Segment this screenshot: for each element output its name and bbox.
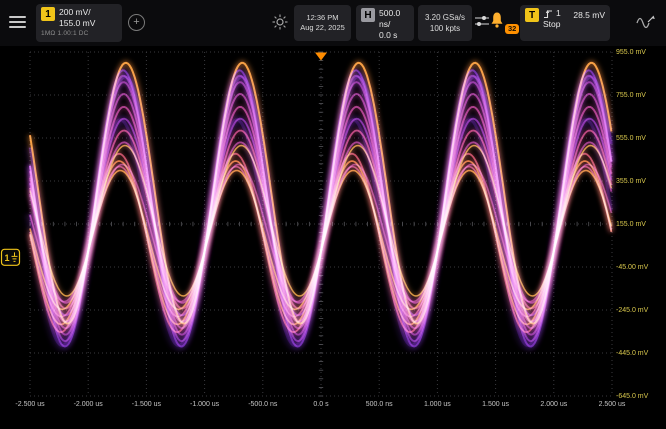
acquisition-info[interactable]: 3.20 GSa/s 100 kpts xyxy=(418,5,472,41)
channel-1-badge: 1 xyxy=(41,7,55,21)
horizontal-controls[interactable]: H 500.0 ns/ 0.0 s xyxy=(356,5,414,41)
trigger-slope-icon xyxy=(543,9,553,19)
trigger-status: Stop xyxy=(543,19,561,30)
channel-1-scale: 200 mV/ xyxy=(59,7,95,18)
trigger-controls[interactable]: T 1 Stop 28.5 mV xyxy=(520,5,610,41)
clock-time: 12:36 PM xyxy=(306,13,338,23)
clock[interactable]: 12:36 PM Aug 22, 2025 xyxy=(294,5,351,41)
add-channel-button[interactable]: + xyxy=(128,14,145,31)
sample-rate: 3.20 GSa/s xyxy=(425,12,465,23)
channel-1-controls[interactable]: 1 200 mV/ 155.0 mV 1MΩ 1.00:1 DC xyxy=(36,4,122,42)
trigger-level: 28.5 mV xyxy=(573,10,605,20)
clock-date: Aug 22, 2025 xyxy=(300,23,345,33)
horizontal-badge: H xyxy=(361,8,375,22)
memory-depth: 100 kpts xyxy=(430,23,460,34)
trigger-time-marker[interactable] xyxy=(315,53,327,61)
top-toolbar: 1 200 mV/ 155.0 mV 1MΩ 1.00:1 DC + 12:36… xyxy=(0,0,666,46)
timebase-value: 500.0 ns/ xyxy=(379,8,409,30)
notification-count-badge[interactable]: 32 xyxy=(505,24,519,34)
delay-value: 0.0 s xyxy=(379,30,409,41)
display-brightness-icon[interactable] xyxy=(272,14,288,30)
waveform-tools-icon[interactable] xyxy=(636,12,656,30)
controls-sliders-icon[interactable] xyxy=(474,14,490,28)
trigger-badge: T xyxy=(525,8,539,22)
trigger-source: 1 xyxy=(556,8,561,19)
channel-1-coupling: 1MΩ 1.00:1 DC xyxy=(41,30,117,37)
svg-text:1: 1 xyxy=(4,253,9,263)
menu-icon[interactable] xyxy=(9,13,27,31)
notification-bell-icon[interactable] xyxy=(489,11,505,29)
channel-1-offset: 155.0 mV xyxy=(59,18,95,29)
waveform-display[interactable]: 1 xyxy=(0,46,666,429)
channel-1-ground-marker[interactable]: 1 xyxy=(2,249,20,265)
